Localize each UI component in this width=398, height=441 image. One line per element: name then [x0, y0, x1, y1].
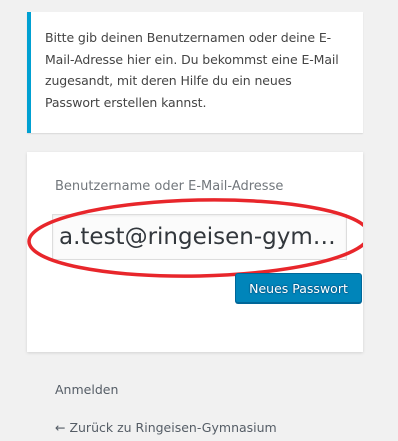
message-notice: Bitte gib deinen Benutzernamen oder dein… [27, 12, 363, 133]
username-input[interactable] [52, 214, 347, 260]
login-link[interactable]: Anmelden [55, 382, 118, 397]
lost-password-form: Benutzername oder E-Mail-Adresse Neues P… [27, 152, 363, 352]
back-to-site-link[interactable]: ← Zurück zu Ringeisen-Gymnasium [55, 420, 277, 435]
username-label: Benutzername oder E-Mail-Adresse [55, 179, 284, 194]
notice-line-4: Passwort erstellen kannst. [45, 94, 207, 110]
notice-line-3: zugesandt, mit deren Hilfe du ein neues [45, 73, 292, 88]
notice-line-1: Bitte gib deinen Benutzernamen oder dein… [45, 30, 332, 45]
notice-text: Bitte gib deinen Benutzernamen oder dein… [45, 27, 351, 113]
notice-line-2: Mail-Adresse hier ein. Du bekommst eine … [45, 51, 339, 67]
new-password-button[interactable]: Neues Passwort [235, 273, 362, 303]
